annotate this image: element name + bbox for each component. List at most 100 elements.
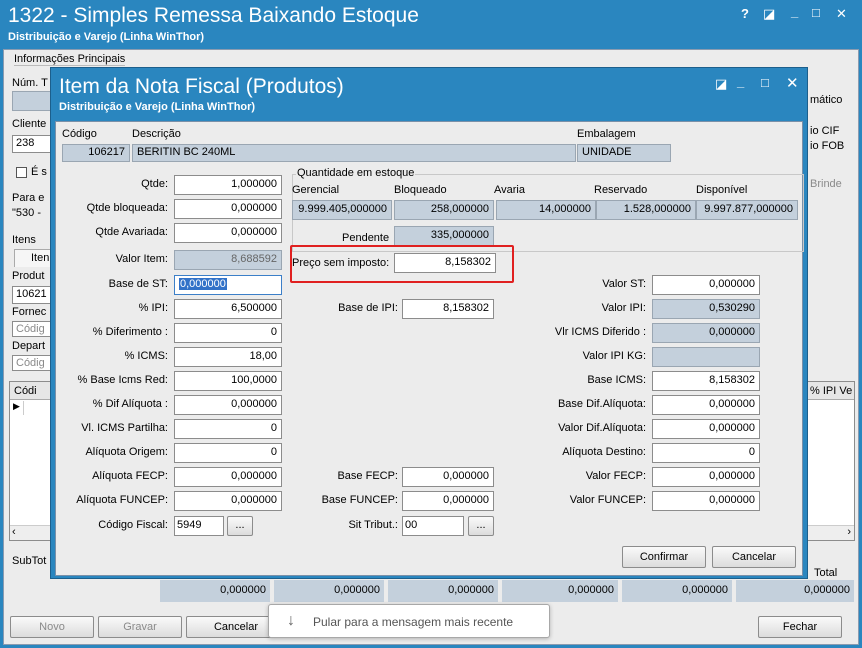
novo-button[interactable]: Novo — [10, 616, 94, 638]
vlr-icms-diferido-field: 0,000000 — [652, 323, 760, 343]
qtde-avariada-field[interactable]: 0,000000 — [174, 223, 282, 243]
total-field: 0,000000 — [274, 580, 384, 602]
pct-dif-aliquota-label: % Dif Alíquota : — [92, 398, 168, 410]
aliquota-origem-field[interactable]: 0 — [174, 443, 282, 463]
valor-ipi-label: Valor IPI: — [601, 302, 646, 314]
preco-sem-imposto-label: Preço sem imposto: — [292, 257, 390, 269]
minimize-button[interactable]: _ — [791, 4, 798, 19]
maximize-button[interactable]: □ — [812, 5, 820, 20]
col-reservado: Reservado — [594, 184, 648, 196]
pct-diferimento-field[interactable]: 0 — [174, 323, 282, 343]
fechar-button[interactable]: Fechar — [758, 616, 842, 638]
pct-ipi-field[interactable]: 6,500000 — [174, 299, 282, 319]
base-ipi-label: Base de IPI: — [338, 302, 398, 314]
base-fecp-label: Base FECP: — [337, 470, 398, 482]
pct-ipi-label: % IPI: — [138, 302, 168, 314]
checkbox[interactable] — [16, 167, 27, 178]
dialog-body: Código Descrição Embalagem 106217 BERITI… — [55, 121, 804, 576]
scroll-right-icon[interactable]: › — [847, 526, 851, 538]
base-dif-aliquota-field[interactable]: 0,000000 — [652, 395, 760, 415]
preco-sem-imposto-field[interactable]: 8,158302 — [394, 253, 496, 273]
base-funcep-label: Base FUNCEP: — [321, 494, 398, 506]
aliquota-funcep-field[interactable]: 0,000000 — [174, 491, 282, 511]
aliquota-fecp-field[interactable]: 0,000000 — [174, 467, 282, 487]
valor-st-field[interactable]: 0,000000 — [652, 275, 760, 295]
help-button[interactable]: ? — [741, 6, 749, 21]
dialog-restore-icon[interactable]: ◪ — [715, 76, 727, 92]
restore-icon[interactable]: ◪ — [763, 6, 775, 22]
cliente-field[interactable]: 238 — [12, 135, 52, 153]
dialog-subtitle: Distribuição e Varejo (Linha WinThor) — [59, 101, 256, 113]
para-value: "530 - — [12, 207, 41, 219]
scroll-left-icon[interactable]: ‹ — [12, 526, 16, 538]
codigo-fiscal-lookup-button[interactable]: ... — [227, 516, 253, 536]
dialog-maximize-button[interactable]: □ — [761, 75, 769, 90]
pct-dif-aliquota-field[interactable]: 0,000000 — [174, 395, 282, 415]
disponivel-field: 9.997.877,000000 — [696, 200, 798, 220]
descricao-field: BERITIN BC 240ML — [132, 144, 576, 162]
close-button[interactable]: ✕ — [836, 6, 847, 22]
grid-col-ipi[interactable]: % IPI Ve — [810, 385, 852, 397]
total-label: Total — [814, 567, 838, 579]
codigo-fiscal-field[interactable]: 5949 — [174, 516, 224, 536]
valor-item-label: Valor Item: — [115, 253, 168, 265]
grid-col-cod[interactable]: Códi — [14, 385, 37, 397]
qtde-field[interactable]: 1,000000 — [174, 175, 282, 195]
depart-field[interactable]: Códig — [12, 355, 54, 371]
pendente-field: 335,000000 — [394, 226, 494, 246]
valor-fecp-label: Valor FECP: — [585, 470, 646, 482]
brinde-label: Brinde — [810, 178, 842, 190]
jump-to-latest-toast[interactable]: ↓ Pular para a mensagem mais recente — [268, 604, 550, 638]
aliquota-origem-label: Alíquota Origem: — [85, 446, 168, 458]
vlr-icms-diferido-label: Vlr ICMS Diferido : — [554, 326, 646, 338]
pct-icms-field[interactable]: 18,00 — [174, 347, 282, 367]
qtde-bloqueada-field[interactable]: 0,000000 — [174, 199, 282, 219]
sit-tribut-label: Sit Tribut.: — [348, 519, 398, 531]
vl-icms-partilha-label: Vl. ICMS Partilha: — [81, 422, 168, 434]
valor-ipi-kg-field — [652, 347, 760, 367]
row-indicator-icon: ▶ — [10, 401, 24, 415]
col-avaria: Avaria — [494, 184, 525, 196]
dialog-minimize-button[interactable]: _ — [737, 74, 744, 89]
cliente-label: Cliente — [12, 118, 47, 130]
sit-tribut-field[interactable]: 00 — [402, 516, 464, 536]
item-nota-fiscal-dialog: Item da Nota Fiscal (Produtos) Distribui… — [50, 67, 808, 579]
pct-base-icms-red-field[interactable]: 100,0000 — [174, 371, 282, 391]
col-disponivel: Disponível — [696, 184, 748, 196]
base-funcep-field[interactable]: 0,000000 — [402, 491, 494, 511]
aliquota-destino-field[interactable]: 0 — [652, 443, 760, 463]
reservado-field: 1.528,000000 — [596, 200, 696, 220]
valor-dif-aliquota-label: Valor Dif.Alíquota: — [558, 422, 646, 434]
base-ipi-field[interactable]: 8,158302 — [402, 299, 494, 319]
valor-funcep-field[interactable]: 0,000000 — [652, 491, 760, 511]
base-fecp-field[interactable]: 0,000000 — [402, 467, 494, 487]
col-gerencial: Gerencial — [292, 184, 340, 196]
valor-fecp-field[interactable]: 0,000000 — [652, 467, 760, 487]
valor-st-label: Valor ST: — [602, 278, 646, 290]
confirmar-button[interactable]: Confirmar — [622, 546, 706, 568]
base-icms-field[interactable]: 8,158302 — [652, 371, 760, 391]
subtotal-label: SubTot — [12, 555, 47, 567]
descricao-label: Descrição — [132, 128, 181, 140]
sit-tribut-lookup-button[interactable]: ... — [468, 516, 494, 536]
produto-field[interactable]: 10621 — [12, 286, 54, 304]
fornec-label: Fornec — [12, 306, 47, 318]
pct-diferimento-label: % Diferimento : — [92, 326, 168, 338]
total-field: 0,000000 — [736, 580, 854, 602]
total-field: 0,000000 — [160, 580, 270, 602]
valor-dif-aliquota-field[interactable]: 0,000000 — [652, 419, 760, 439]
gravar-button[interactable]: Gravar — [98, 616, 182, 638]
dialog-cancelar-button[interactable]: Cancelar — [712, 546, 796, 568]
total-field: 0,000000 — [388, 580, 498, 602]
dialog-close-button[interactable]: ✕ — [786, 74, 799, 92]
main-window-title: 1322 - Simples Remessa Baixando Estoque — [8, 4, 419, 27]
fob-label: io FOB — [810, 140, 845, 152]
total-field: 0,000000 — [622, 580, 732, 602]
fornec-field[interactable]: Códig — [12, 321, 54, 337]
depart-label: Depart — [12, 340, 46, 352]
vl-icms-partilha-field[interactable]: 0 — [174, 419, 282, 439]
automatico-label: mático — [810, 94, 843, 106]
total-field: 0,000000 — [502, 580, 618, 602]
avaria-field: 14,000000 — [496, 200, 596, 220]
base-st-field[interactable]: 0,000000 — [174, 275, 282, 295]
